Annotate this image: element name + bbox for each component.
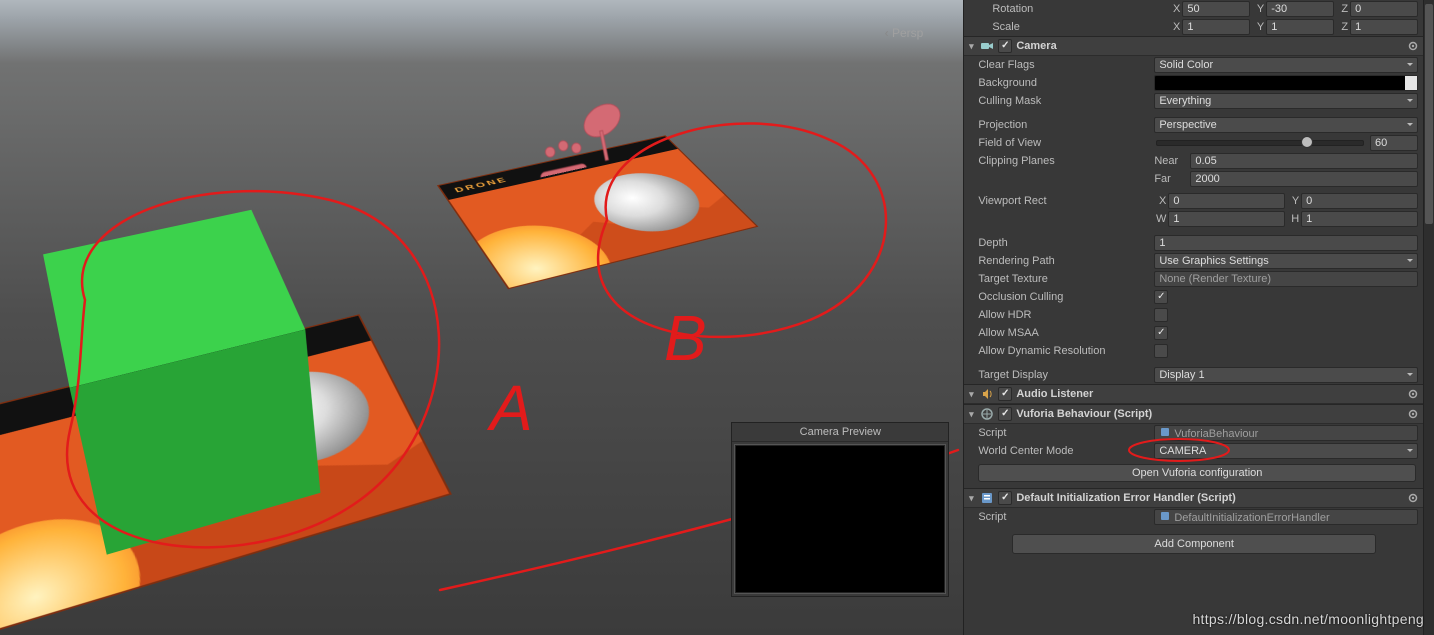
- camera-component-header[interactable]: ▾ ✓ Camera: [964, 36, 1424, 56]
- error-handler-script-label: Script: [978, 511, 1150, 523]
- allow-msaa-checkbox[interactable]: ✓: [1154, 326, 1168, 340]
- fov-label: Field of View: [978, 137, 1150, 149]
- camera-title: Camera: [1016, 40, 1056, 52]
- camera-icon: [980, 39, 994, 53]
- vuforia-icon: [980, 407, 994, 421]
- fold-icon[interactable]: ▾: [966, 493, 976, 504]
- inspector-panel: Rotation X50 Y-30 Z0 Scale X1 Y1 Z1 ▾: [963, 0, 1434, 635]
- vuforia-enable-checkbox[interactable]: ✓: [998, 407, 1012, 421]
- clear-flags-label: Clear Flags: [978, 59, 1150, 71]
- scale-label: Scale: [978, 21, 1164, 33]
- far-label: Far: [1154, 173, 1186, 185]
- viewport-w-field[interactable]: 1: [1168, 211, 1285, 227]
- scale-x-field[interactable]: 1: [1182, 19, 1250, 35]
- camera-enable-checkbox[interactable]: ✓: [998, 39, 1012, 53]
- background-color-field[interactable]: [1154, 75, 1418, 91]
- occlusion-checkbox[interactable]: ✓: [1154, 290, 1168, 304]
- rotation-z-field[interactable]: 0: [1350, 1, 1418, 17]
- rotation-y-field[interactable]: -30: [1266, 1, 1334, 17]
- world-center-label: World Center Mode: [978, 445, 1150, 457]
- camera-preview-panel: Camera Preview: [731, 422, 949, 597]
- audio-icon: [980, 387, 994, 401]
- gear-icon[interactable]: [1406, 39, 1420, 53]
- allow-dyn-label: Allow Dynamic Resolution: [978, 345, 1150, 357]
- rotation-x-field[interactable]: 50: [1182, 1, 1250, 17]
- fold-icon[interactable]: ▾: [966, 409, 976, 420]
- script-icon: [1159, 426, 1171, 438]
- background-label: Background: [978, 77, 1150, 89]
- target-texture-field[interactable]: None (Render Texture): [1154, 271, 1418, 287]
- rotation-label: Rotation: [978, 3, 1164, 15]
- error-handler-enable-checkbox[interactable]: ✓: [998, 491, 1012, 505]
- projection-label: Projection: [978, 119, 1150, 131]
- vuforia-script-field[interactable]: VuforiaBehaviour: [1154, 425, 1418, 441]
- target-display-label: Target Display: [978, 369, 1150, 381]
- fov-value-field[interactable]: 60: [1370, 135, 1418, 151]
- target-texture-label: Target Texture: [978, 273, 1150, 285]
- audio-enable-checkbox[interactable]: ✓: [998, 387, 1012, 401]
- audio-listener-title: Audio Listener: [1016, 388, 1093, 400]
- depth-field[interactable]: 1: [1154, 235, 1418, 251]
- depth-label: Depth: [978, 237, 1150, 249]
- allow-hdr-checkbox[interactable]: [1154, 308, 1168, 322]
- scrollbar-thumb[interactable]: [1425, 4, 1433, 224]
- gear-icon[interactable]: [1406, 491, 1420, 505]
- watermark-text: https://blog.csdn.net/moonlightpeng: [1192, 611, 1424, 627]
- fov-slider[interactable]: [1156, 140, 1364, 146]
- rendering-path-dropdown[interactable]: Use Graphics Settings: [1154, 253, 1418, 269]
- clear-flags-dropdown[interactable]: Solid Color: [1154, 57, 1418, 73]
- scene-view[interactable]: Persp A: [0, 0, 963, 635]
- transform-scale-row: Scale X1 Y1 Z1: [964, 18, 1424, 36]
- allow-hdr-label: Allow HDR: [978, 309, 1150, 321]
- camera-preview-title: Camera Preview: [732, 423, 948, 442]
- rendering-path-label: Rendering Path: [978, 255, 1150, 267]
- vuforia-script-label: Script: [978, 427, 1150, 439]
- allow-dyn-checkbox[interactable]: [1154, 344, 1168, 358]
- open-vuforia-config-button[interactable]: Open Vuforia configuration: [978, 464, 1416, 482]
- audio-listener-header[interactable]: ▾ ✓ Audio Listener: [964, 384, 1424, 404]
- script-component-icon: [980, 491, 994, 505]
- culling-mask-dropdown[interactable]: Everything: [1154, 93, 1418, 109]
- viewport-h-field[interactable]: 1: [1301, 211, 1418, 227]
- near-label: Near: [1154, 155, 1186, 167]
- viewport-x-field[interactable]: 0: [1168, 193, 1285, 209]
- far-field[interactable]: 2000: [1190, 171, 1418, 187]
- error-handler-header[interactable]: ▾ ✓ Default Initialization Error Handler…: [964, 488, 1424, 508]
- occlusion-label: Occlusion Culling: [978, 291, 1150, 303]
- gear-icon[interactable]: [1406, 407, 1420, 421]
- culling-mask-label: Culling Mask: [978, 95, 1150, 107]
- viewport-y-field[interactable]: 0: [1301, 193, 1418, 209]
- clipping-label: Clipping Planes: [978, 155, 1150, 167]
- camera-preview-content: [734, 444, 946, 594]
- vuforia-title: Vuforia Behaviour (Script): [1016, 408, 1152, 420]
- inspector-scrollbar[interactable]: [1423, 0, 1434, 635]
- add-component-button[interactable]: Add Component: [1012, 534, 1376, 554]
- error-handler-title: Default Initialization Error Handler (Sc…: [1016, 492, 1235, 504]
- script-icon: [1159, 510, 1171, 522]
- scale-y-field[interactable]: 1: [1266, 19, 1334, 35]
- allow-msaa-label: Allow MSAA: [978, 327, 1150, 339]
- world-center-mode-dropdown[interactable]: CAMERA: [1154, 443, 1418, 459]
- target-display-dropdown[interactable]: Display 1: [1154, 367, 1418, 383]
- viewport-label: Viewport Rect: [978, 195, 1150, 207]
- fold-icon[interactable]: ▾: [966, 389, 976, 400]
- gear-icon[interactable]: [1406, 387, 1420, 401]
- near-field[interactable]: 0.05: [1190, 153, 1418, 169]
- projection-dropdown[interactable]: Perspective: [1154, 117, 1418, 133]
- vuforia-behaviour-header[interactable]: ▾ ✓ Vuforia Behaviour (Script): [964, 404, 1424, 424]
- error-handler-script-field[interactable]: DefaultInitializationErrorHandler: [1154, 509, 1418, 525]
- scale-z-field[interactable]: 1: [1350, 19, 1418, 35]
- fold-icon[interactable]: ▾: [966, 41, 976, 52]
- transform-rotation-row: Rotation X50 Y-30 Z0: [964, 0, 1424, 18]
